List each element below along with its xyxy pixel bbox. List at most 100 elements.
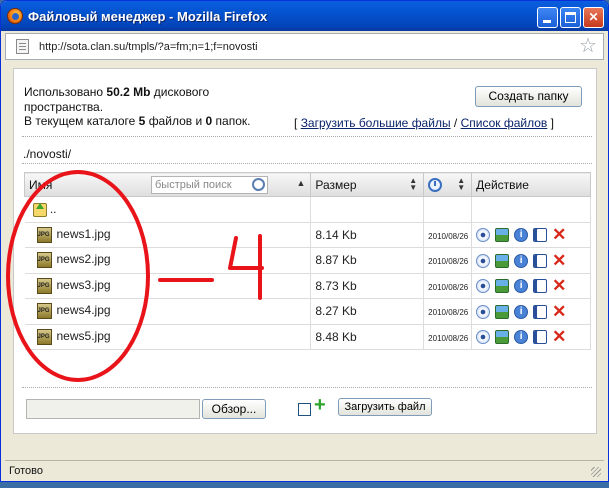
file-date: 2010/08/26	[428, 231, 469, 241]
jpg-file-icon	[36, 252, 52, 269]
jpg-file-icon	[36, 277, 52, 294]
properties-icon[interactable]	[533, 253, 548, 268]
search-icon[interactable]	[252, 178, 265, 191]
parent-dir-label: ..	[49, 201, 57, 216]
close-button[interactable]: ✕	[583, 7, 604, 28]
info-icon[interactable]: i	[514, 279, 529, 294]
action-links: [ Загрузить большие файлы / Список файло…	[294, 116, 554, 130]
info-icon[interactable]: i	[514, 228, 529, 243]
bracket-close: ]	[550, 116, 554, 130]
file-date: 2010/08/26	[428, 282, 469, 292]
properties-icon[interactable]	[533, 279, 548, 294]
quick-search-placeholder: быстрый поиск	[155, 179, 232, 191]
file-actions: i ✕	[471, 222, 591, 248]
file-name-cell[interactable]: news1.jpg	[24, 222, 312, 248]
properties-icon[interactable]	[533, 330, 548, 345]
address-bar[interactable]: http://sota.clan.su/tmpls/?a=fm;n=1;f=no…	[5, 33, 604, 60]
image-icon[interactable]	[495, 304, 510, 319]
file-size: 8.27 Kb	[310, 298, 425, 325]
column-name-label: Имя	[29, 177, 53, 192]
image-icon[interactable]	[495, 228, 510, 243]
table-row[interactable]: news5.jpg 8.48 Kb 2010/08/26 i ✕	[24, 324, 591, 350]
minimize-button[interactable]	[537, 7, 558, 28]
current-path: ./novosti/	[23, 147, 72, 161]
file-name[interactable]: news3.jpg	[57, 278, 111, 292]
view-icon[interactable]	[476, 330, 491, 345]
file-date: 2010/08/26	[428, 257, 469, 267]
file-size: 8.73 Kb	[310, 273, 425, 299]
file-size: 8.48 Kb	[310, 324, 425, 350]
status-bar: Готово	[5, 460, 604, 480]
add-icon[interactable]: +	[314, 395, 326, 415]
table-row[interactable]: news3.jpg 8.73 Kb 2010/08/26 i ✕	[24, 273, 591, 299]
image-icon[interactable]	[495, 279, 510, 294]
properties-icon[interactable]	[533, 228, 548, 243]
usage-line-1: Использовано 50.2 Mb дискового	[24, 85, 250, 100]
view-icon[interactable]	[476, 253, 491, 268]
divider	[22, 136, 592, 137]
delete-icon[interactable]: ✕	[552, 226, 566, 243]
usage-prefix: Использовано	[24, 85, 104, 99]
bracket-open: [	[294, 116, 298, 130]
parent-dir-cell[interactable]: ..	[24, 196, 312, 223]
upload-large-files-link[interactable]: Загрузить большие файлы	[301, 116, 451, 130]
divider	[22, 163, 592, 164]
table-row[interactable]: news4.jpg 8.27 Kb 2010/08/26 i✕	[24, 298, 591, 325]
url-text[interactable]: http://sota.clan.su/tmpls/?a=fm;n=1;f=no…	[39, 41, 258, 53]
file-name-cell[interactable]: news4.jpg	[24, 298, 312, 325]
view-icon[interactable]	[476, 304, 491, 319]
file-name[interactable]: news2.jpg	[57, 252, 111, 266]
column-size-label: Размер	[315, 177, 357, 192]
info-icon[interactable]: i	[514, 330, 529, 345]
file-list-link[interactable]: Список файлов	[461, 116, 548, 130]
file-name[interactable]: news4.jpg	[57, 303, 111, 317]
file-table: Имя быстрый поиск ▲ Размер ▲ ▼ ▲ ▼ Дейст…	[23, 172, 591, 350]
table-row[interactable]: news2.jpg 8.87 Kb 2010/08/26 i ✕	[24, 247, 591, 274]
usage-info: Использовано 50.2 Mb дискового пространс…	[24, 85, 250, 129]
dir-summary: В текущем каталоге 5 файлов и 0 папок.	[24, 114, 250, 129]
maximize-button[interactable]	[560, 7, 581, 28]
file-name-cell[interactable]: news2.jpg	[24, 247, 312, 274]
bookmark-star-icon[interactable]: ☆	[579, 35, 597, 57]
browse-button[interactable]: Обзор...	[202, 399, 266, 419]
properties-icon[interactable]	[533, 304, 548, 319]
upload-file-path-input[interactable]	[26, 399, 200, 419]
table-row[interactable]: news1.jpg 8.14 Kb 2010/08/26 i✕	[24, 222, 591, 248]
dir-prefix: В текущем каталоге	[24, 114, 136, 128]
file-size: 8.87 Kb	[310, 247, 425, 274]
delete-icon[interactable]: ✕	[552, 277, 566, 294]
parent-dir-row[interactable]: ..	[24, 196, 591, 223]
create-folder-button[interactable]: Создать папку	[475, 86, 582, 107]
empty-cell	[471, 196, 591, 223]
maximize-icon	[565, 12, 576, 23]
info-icon[interactable]: i	[514, 304, 529, 319]
delete-icon[interactable]: ✕	[552, 303, 566, 320]
file-manager: Использовано 50.2 Mb дискового пространс…	[13, 68, 597, 434]
file-actions: i ✕	[471, 298, 591, 325]
column-size[interactable]: Размер ▲ ▼	[310, 172, 425, 197]
file-date: 2010/08/26	[428, 333, 469, 343]
column-date[interactable]: ▲ ▼	[423, 172, 473, 197]
image-icon[interactable]	[495, 330, 510, 345]
upload-file-button[interactable]: Загрузить файл	[338, 398, 432, 416]
sort-asc-icon[interactable]: ▲	[296, 178, 305, 188]
sort-icon[interactable]: ▲ ▼	[409, 177, 417, 192]
resize-grip-icon[interactable]	[591, 467, 601, 477]
file-date-cell: 2010/08/26	[423, 324, 473, 350]
file-name-cell[interactable]: news3.jpg	[24, 273, 312, 299]
view-icon[interactable]	[476, 228, 491, 243]
sort-icon[interactable]: ▲ ▼	[457, 177, 465, 192]
column-name[interactable]: Имя быстрый поиск ▲	[23, 172, 312, 197]
quick-search-input[interactable]: быстрый поиск	[151, 176, 268, 194]
file-name[interactable]: news5.jpg	[57, 329, 111, 343]
view-icon[interactable]	[476, 279, 491, 294]
usage-line-2: пространства.	[24, 99, 104, 114]
delete-icon[interactable]: ✕	[552, 328, 566, 345]
info-icon[interactable]: i	[514, 253, 529, 268]
file-name[interactable]: news1.jpg	[57, 227, 111, 241]
file-name-cell[interactable]: news5.jpg	[24, 324, 312, 350]
upload-checkbox[interactable]	[298, 403, 311, 416]
folders-count: 0	[205, 114, 213, 128]
image-icon[interactable]	[495, 253, 510, 268]
delete-icon[interactable]: ✕	[552, 252, 566, 269]
